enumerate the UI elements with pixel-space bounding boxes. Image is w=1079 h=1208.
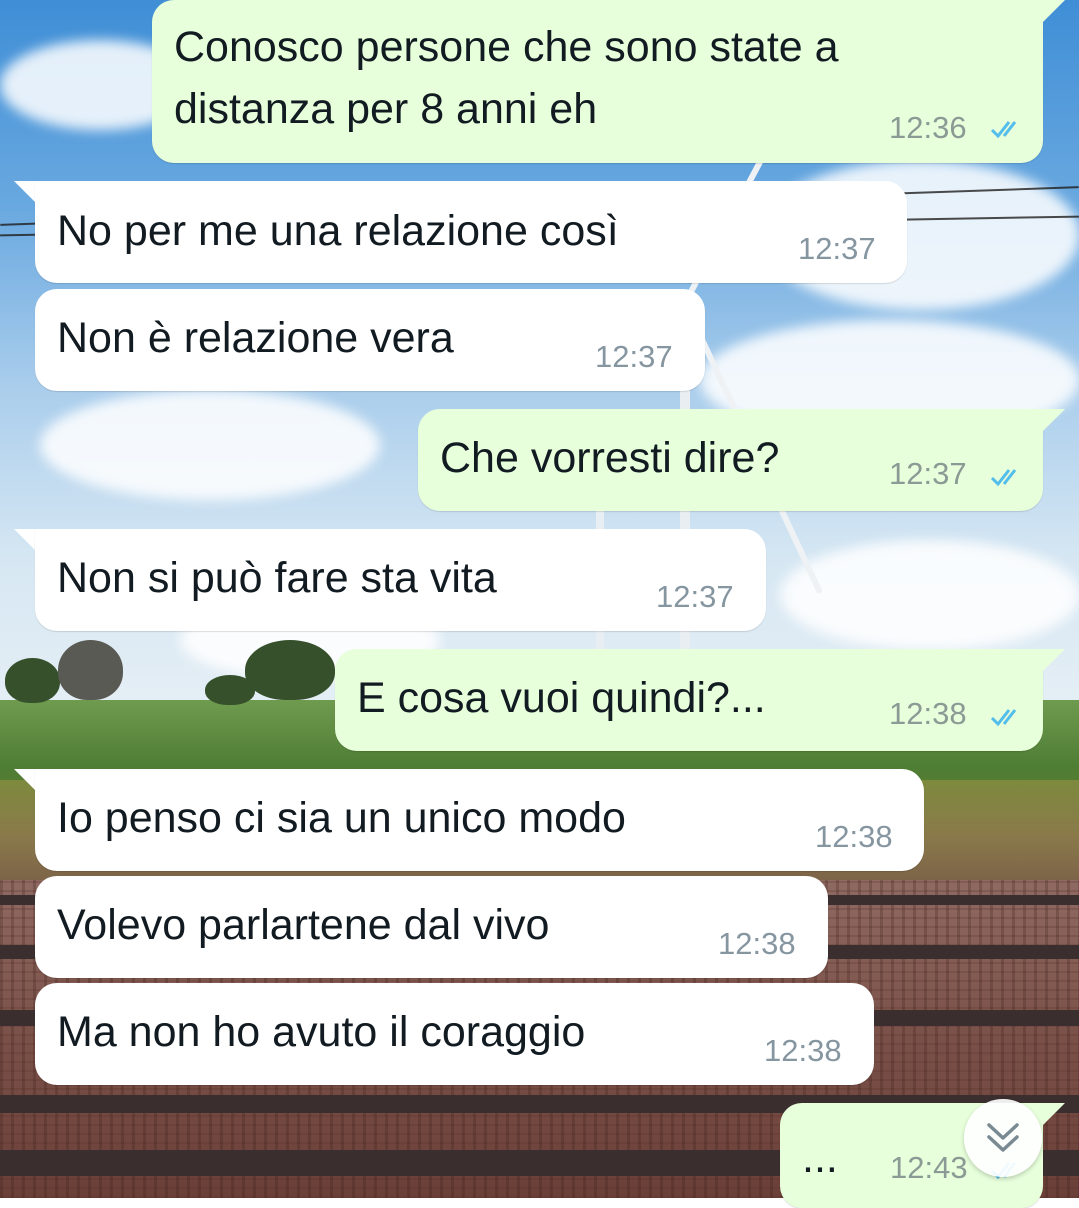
wallpaper-tree (58, 640, 123, 700)
message-text: No per me una relazione così (57, 207, 619, 255)
wallpaper-tree (205, 675, 255, 705)
bubble-tail (1043, 0, 1065, 22)
message-text: Non è relazione vera (57, 314, 454, 362)
message-text: Io penso ci sia un unico modo (57, 794, 626, 842)
message-text: E cosa vuoi quindi?... (357, 674, 766, 722)
bubble-tail (1043, 1103, 1065, 1125)
message-text: Ma non ho avuto il coraggio (57, 1008, 586, 1056)
message-text: Conosco persone che sono state a distanz… (174, 23, 839, 133)
double-check-icon (990, 469, 1017, 487)
message-timestamp: 12:38 (889, 696, 967, 731)
message-text: ... (802, 1134, 838, 1182)
bubble-tail (14, 181, 36, 203)
double-check-icon (990, 121, 1017, 139)
wallpaper-cloud (780, 540, 1079, 650)
message-timestamp: 12:37 (798, 231, 876, 266)
message-incoming[interactable]: Io penso ci sia un unico modo 12:38 (35, 769, 924, 871)
message-incoming[interactable]: Non si può fare sta vita 12:37 (35, 529, 766, 631)
bubble-tail (1043, 649, 1065, 671)
message-outgoing[interactable]: E cosa vuoi quindi?... 12:38 (335, 649, 1043, 751)
wallpaper-tree (245, 640, 335, 700)
double-chevron-down-icon (987, 1123, 1019, 1152)
wallpaper-tree (5, 658, 60, 703)
message-outgoing[interactable]: Conosco persone che sono state a distanz… (152, 0, 1043, 163)
bubble-tail (14, 769, 36, 791)
message-incoming[interactable]: No per me una relazione così 12:37 (35, 181, 907, 283)
message-timestamp: 12:37 (656, 579, 734, 614)
message-timestamp: 12:43 (890, 1150, 968, 1185)
message-timestamp: 12:37 (889, 456, 967, 491)
message-outgoing[interactable]: Che vorresti dire? 12:37 (418, 409, 1043, 511)
scroll-to-bottom-button[interactable] (964, 1099, 1042, 1177)
message-incoming[interactable]: Volevo parlartene dal vivo 12:38 (35, 876, 828, 978)
message-timestamp: 12:36 (889, 110, 967, 145)
wallpaper-cloud (40, 390, 380, 500)
message-incoming[interactable]: Ma non ho avuto il coraggio 12:38 (35, 983, 874, 1085)
message-text: Che vorresti dire? (440, 434, 780, 482)
message-timestamp: 12:38 (815, 819, 893, 854)
bubble-tail (1043, 409, 1065, 431)
message-timestamp: 12:38 (718, 926, 796, 961)
message-incoming[interactable]: Non è relazione vera 12:37 (35, 289, 705, 391)
message-text: Non si può fare sta vita (57, 554, 497, 602)
double-check-icon (990, 709, 1017, 727)
message-timestamp: 12:37 (595, 339, 673, 374)
bubble-tail (14, 529, 36, 551)
message-text: Volevo parlartene dal vivo (57, 901, 550, 949)
message-timestamp: 12:38 (764, 1033, 842, 1068)
